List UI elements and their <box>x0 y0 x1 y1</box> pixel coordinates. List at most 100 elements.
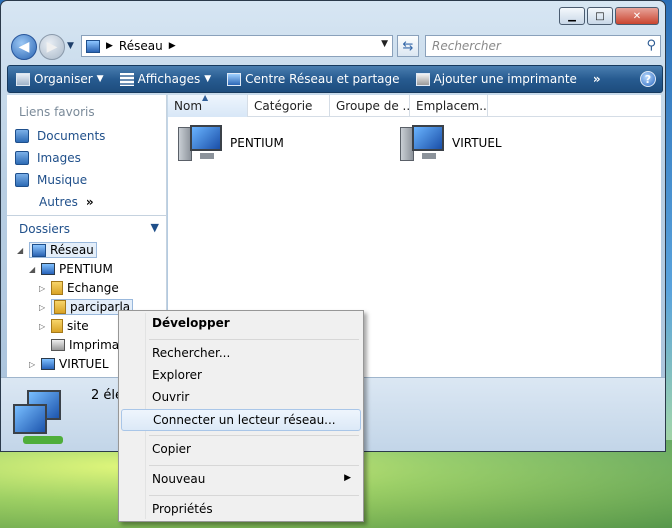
menu-item-rechercher[interactable]: Rechercher... <box>121 343 361 365</box>
computer-icon <box>176 123 224 163</box>
computer-icon <box>41 263 55 275</box>
help-icon[interactable]: ? <box>640 71 656 87</box>
menu-item-ouvrir[interactable]: Ouvrir <box>121 387 361 409</box>
network-center-label: Centre Réseau et partage <box>245 72 400 86</box>
tree-item-pentium[interactable]: ◢ PENTIUM <box>29 260 113 278</box>
favorite-music[interactable]: Musique <box>15 173 87 187</box>
organize-icon <box>16 72 30 86</box>
tree-selected: Réseau <box>29 242 97 258</box>
affichages-button[interactable]: Affichages ▼ <box>112 72 220 86</box>
network-center-icon <box>227 72 242 86</box>
menu-item-explorer[interactable]: Explorer <box>121 365 361 387</box>
submenu-arrow-icon: ▶ <box>344 473 351 483</box>
favorite-images[interactable]: Images <box>15 151 81 165</box>
tree-label: PENTIUM <box>59 262 113 276</box>
organiser-label: Organiser <box>34 72 93 86</box>
column-headers: ▲ Nom Catégorie Groupe de ... Emplacem..… <box>168 95 661 117</box>
tree-item-virtuel[interactable]: ▷ VIRTUEL <box>29 355 109 373</box>
address-bar[interactable]: ▶ Réseau ▶ ▼ <box>81 35 393 57</box>
expanded-arrow-icon[interactable]: ◢ <box>17 246 25 255</box>
computer-label: PENTIUM <box>230 136 284 150</box>
favorite-label: Musique <box>37 173 88 187</box>
collapsed-arrow-icon[interactable]: ▷ <box>39 303 47 312</box>
menu-separator <box>149 495 359 496</box>
network-center-button[interactable]: Centre Réseau et partage <box>219 72 407 86</box>
views-icon <box>119 72 134 86</box>
column-header-categorie[interactable]: Catégorie <box>248 95 330 117</box>
column-header-emplacement[interactable]: Emplacem... <box>410 95 488 117</box>
menu-item-nouveau[interactable]: Nouveau ▶ <box>121 469 361 491</box>
menu-item-copier[interactable]: Copier <box>121 439 361 461</box>
more-chevron-icon: » <box>85 195 94 209</box>
refresh-button[interactable]: ⇆ <box>397 35 419 57</box>
back-button[interactable]: ◀ <box>11 34 37 60</box>
menu-item-connecter-lecteur[interactable]: Connecter un lecteur réseau... <box>121 409 361 431</box>
chevron-down-icon: ▼ <box>204 74 212 84</box>
chevron-down-icon: ▼ <box>150 221 159 234</box>
printer-icon <box>51 339 65 351</box>
tree-label: site <box>67 319 89 333</box>
tree-label: Echange <box>67 281 119 295</box>
shared-folder-icon <box>54 300 66 314</box>
tree-item-site[interactable]: ▷ site <box>39 317 89 335</box>
computer-item-pentium[interactable]: PENTIUM <box>176 123 284 163</box>
minimize-button[interactable]: ▁ <box>559 7 585 25</box>
expanded-arrow-icon[interactable]: ◢ <box>29 265 37 274</box>
column-label: Groupe de ... <box>336 99 410 113</box>
shared-folder-icon <box>51 319 63 333</box>
maximize-button[interactable]: □ <box>587 7 613 25</box>
shared-folder-icon <box>51 281 63 295</box>
breadcrumb-arrow-icon[interactable]: ▶ <box>169 41 176 51</box>
collapsed-arrow-icon[interactable]: ▷ <box>39 322 47 331</box>
tree-item-reseau[interactable]: ◢ Réseau <box>17 241 97 259</box>
more-commands-button[interactable]: » <box>585 72 609 86</box>
computer-item-virtuel[interactable]: VIRTUEL <box>398 123 502 163</box>
back-arrow-icon: ◀ <box>18 39 30 55</box>
chevron-down-icon: ▼ <box>96 74 104 84</box>
sort-ascending-icon: ▲ <box>202 95 209 102</box>
computer-icon <box>398 123 446 163</box>
computer-icon <box>41 358 55 370</box>
column-label: Catégorie <box>254 99 313 113</box>
add-printer-label: Ajouter une imprimante <box>433 72 577 86</box>
column-label: Nom <box>174 99 203 113</box>
music-icon <box>15 173 29 187</box>
recent-pages-dropdown[interactable]: ▼ <box>67 41 74 51</box>
tree-label: VIRTUEL <box>59 357 109 371</box>
menu-separator <box>149 339 359 340</box>
favorite-more[interactable]: Autres » <box>39 195 94 209</box>
breadcrumb-arrow-icon[interactable]: ▶ <box>106 41 113 51</box>
column-label: Emplacem... <box>416 99 488 113</box>
favorite-more-label: Autres <box>39 195 78 209</box>
forward-button[interactable]: ▶ <box>39 34 65 60</box>
folders-heading: Dossiers <box>19 221 70 236</box>
forward-arrow-icon: ▶ <box>46 39 58 55</box>
search-icon[interactable]: ⚲ <box>646 38 656 53</box>
favorite-label: Images <box>37 151 81 165</box>
tree-label: Imprimar <box>69 338 125 352</box>
menu-separator <box>149 465 359 466</box>
collapsed-arrow-icon[interactable]: ▷ <box>29 360 37 369</box>
organiser-button[interactable]: Organiser ▼ <box>8 72 112 86</box>
tree-item-echange[interactable]: ▷ Echange <box>39 279 119 297</box>
column-header-nom[interactable]: ▲ Nom <box>168 95 248 117</box>
tree-item-imprimante[interactable]: Imprimar <box>51 336 124 354</box>
refresh-icon: ⇆ <box>402 38 414 54</box>
menu-separator <box>149 435 359 436</box>
address-dropdown-icon[interactable]: ▼ <box>381 39 388 49</box>
close-button[interactable]: ✕ <box>615 7 659 25</box>
network-computers-icon <box>13 390 73 446</box>
pictures-icon <box>15 151 29 165</box>
breadcrumb-location[interactable]: Réseau <box>119 39 163 53</box>
menu-item-proprietes[interactable]: Propriétés <box>121 499 361 521</box>
add-printer-button[interactable]: Ajouter une imprimante <box>408 72 585 86</box>
context-menu: Développer Rechercher... Explorer Ouvrir… <box>118 310 364 522</box>
search-input[interactable]: Rechercher ⚲ <box>425 35 661 57</box>
folders-header[interactable]: Dossiers ▼ <box>7 215 166 241</box>
favorite-documents[interactable]: Documents <box>15 129 105 143</box>
tree-label: Réseau <box>50 243 94 257</box>
column-header-groupe[interactable]: Groupe de ... <box>330 95 410 117</box>
collapsed-arrow-icon[interactable]: ▷ <box>39 284 47 293</box>
menu-item-developper[interactable]: Développer <box>121 313 361 335</box>
window-controls: ▁ □ ✕ <box>559 7 659 25</box>
